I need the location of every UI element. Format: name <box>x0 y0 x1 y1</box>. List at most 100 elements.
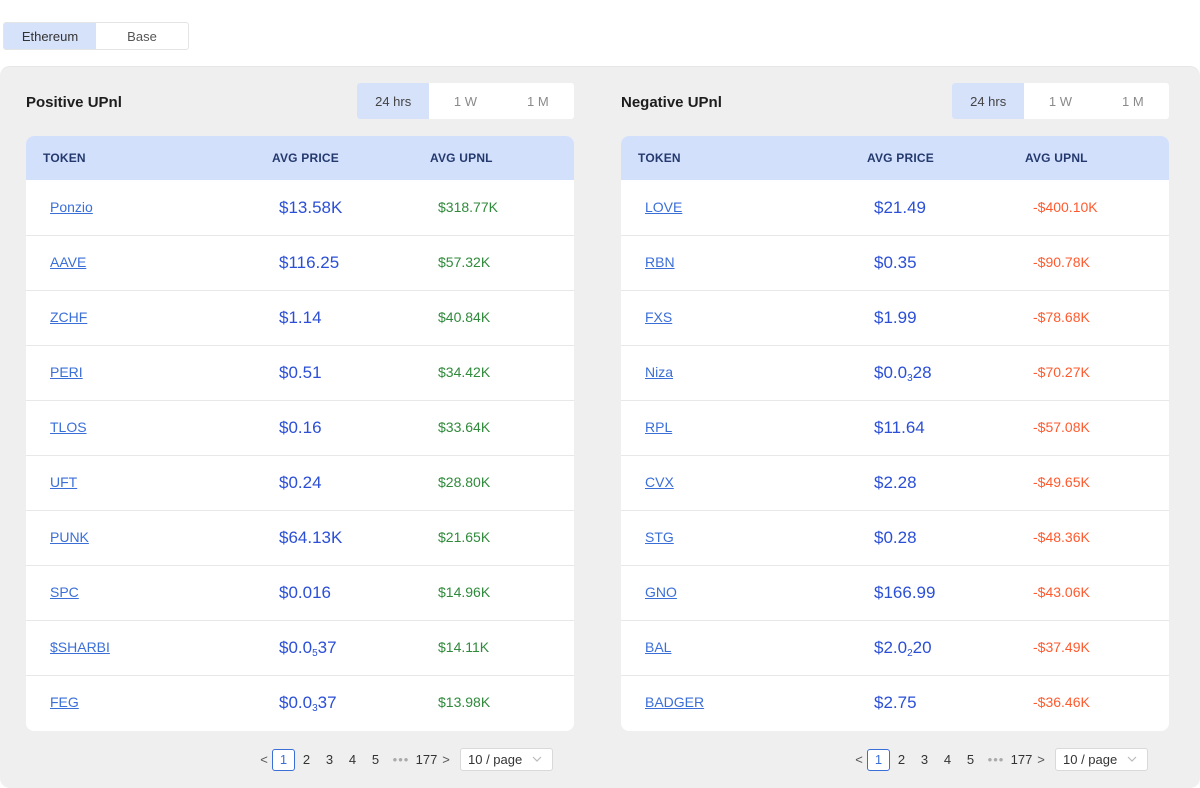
token-link[interactable]: SPC <box>50 584 79 600</box>
main-container: Positive UPnl 24 hrs 1 W 1 M TOKEN AVG P… <box>0 66 1200 788</box>
page-5-button[interactable]: 5 <box>959 749 982 771</box>
tab-1w[interactable]: 1 W <box>1024 83 1096 119</box>
avg-upnl-value: $21.65K <box>438 529 491 545</box>
avg-price-value: $2.0220 <box>874 637 932 659</box>
table-row: FEG $0.0337 $13.98K <box>26 675 574 730</box>
token-link[interactable]: STG <box>645 529 674 545</box>
avg-price-value: $64.13K <box>279 528 343 547</box>
tab-1m[interactable]: 1 M <box>502 83 574 119</box>
avg-upnl-value: $318.77K <box>438 198 498 215</box>
avg-upnl-value: $40.84K <box>438 309 491 325</box>
page-1-button[interactable]: 1 <box>272 748 295 771</box>
chain-tab-base[interactable]: Base <box>96 23 188 49</box>
avg-price-value: $1.99 <box>874 308 917 327</box>
price-prefix: $0.0 <box>279 637 313 657</box>
column-header-token[interactable]: TOKEN <box>26 151 272 165</box>
table-row: RBN $0.35 -$90.78K <box>621 235 1169 290</box>
avg-upnl-value: $57.32K <box>438 254 491 270</box>
avg-price-value: $0.28 <box>874 528 917 547</box>
table-row: PERI $0.51 $34.42K <box>26 345 574 400</box>
chain-tab-ethereum[interactable]: Ethereum <box>4 23 96 49</box>
page-3-button[interactable]: 3 <box>318 749 341 771</box>
column-header-avg-price[interactable]: AVG PRICE <box>272 151 430 165</box>
next-page-button[interactable]: > <box>438 749 454 771</box>
token-link[interactable]: FEG <box>50 694 79 710</box>
more-pages-icon[interactable]: ••• <box>982 749 1010 771</box>
token-link[interactable]: UFT <box>50 474 77 490</box>
table-row: UFT $0.24 $28.80K <box>26 455 574 510</box>
page-3-button[interactable]: 3 <box>913 749 936 771</box>
page-1-button[interactable]: 1 <box>867 748 890 771</box>
next-page-button[interactable]: > <box>1033 749 1049 771</box>
page-5-button[interactable]: 5 <box>364 749 387 771</box>
price-suffix: 37 <box>317 637 337 657</box>
column-header-token[interactable]: TOKEN <box>621 151 867 165</box>
page-last-button[interactable]: 177 <box>1010 749 1033 771</box>
page-4-button[interactable]: 4 <box>341 749 364 771</box>
avg-price-value: $0.0537 <box>279 637 337 659</box>
page-last-button[interactable]: 177 <box>415 749 438 771</box>
avg-price-value: $0.16 <box>279 418 322 437</box>
token-link[interactable]: GNO <box>645 584 677 600</box>
token-link[interactable]: RBN <box>645 254 675 270</box>
column-header-avg-upnl[interactable]: AVG UPNL <box>1025 151 1169 165</box>
avg-upnl-value: -$70.27K <box>1033 364 1090 380</box>
price-prefix: $2.0 <box>874 637 908 657</box>
avg-price-value: $0.0328 <box>874 363 932 384</box>
avg-upnl-value: -$49.65K <box>1033 474 1090 490</box>
period-tabs: 24 hrs 1 W 1 M <box>952 83 1169 119</box>
page-size-value: 10 / page <box>468 752 523 767</box>
table-row: STG $0.28 -$48.36K <box>621 510 1169 565</box>
token-link[interactable]: RPL <box>645 419 672 435</box>
avg-upnl-value: -$57.08K <box>1033 419 1090 435</box>
page-4-button[interactable]: 4 <box>936 749 959 771</box>
pagination: < 1 2 3 4 5 ••• 177 > 10 / page <box>851 748 1148 771</box>
tab-24h[interactable]: 24 hrs <box>952 83 1025 119</box>
avg-upnl-value: -$43.06K <box>1033 584 1090 600</box>
tab-1w[interactable]: 1 W <box>429 83 501 119</box>
page-size-select[interactable]: 10 / page <box>460 748 553 771</box>
avg-upnl-value: $14.11K <box>438 639 490 655</box>
table-row: AAVE $116.25 $57.32K <box>26 235 574 290</box>
token-link[interactable]: Ponzio <box>50 199 93 215</box>
prev-page-button[interactable]: < <box>256 749 272 771</box>
more-pages-icon[interactable]: ••• <box>387 749 415 771</box>
avg-upnl-value: $34.42K <box>438 364 491 380</box>
avg-upnl-value: -$36.46K <box>1033 694 1090 710</box>
tab-24h[interactable]: 24 hrs <box>357 83 430 119</box>
token-link[interactable]: $SHARBI <box>50 639 110 655</box>
avg-upnl-value: -$78.68K <box>1033 309 1090 325</box>
token-link[interactable]: FXS <box>645 309 672 325</box>
prev-page-button[interactable]: < <box>851 749 867 771</box>
page-size-select[interactable]: 10 / page <box>1055 748 1148 771</box>
page-2-button[interactable]: 2 <box>890 749 913 771</box>
avg-price-value: $0.51 <box>279 363 322 382</box>
price-suffix: 37 <box>317 692 337 712</box>
avg-upnl-value: -$48.36K <box>1033 529 1090 545</box>
page-2-button[interactable]: 2 <box>295 749 318 771</box>
token-link[interactable]: ZCHF <box>50 309 87 325</box>
avg-upnl-value: -$400.10K <box>1033 198 1098 215</box>
avg-price-value: $13.58K <box>279 197 343 217</box>
avg-upnl-value: -$37.49K <box>1033 639 1090 655</box>
avg-price-value: $11.64 <box>874 418 925 437</box>
price-suffix: 20 <box>912 637 932 657</box>
column-header-avg-upnl[interactable]: AVG UPNL <box>430 151 574 165</box>
table-row: BAL $2.0220 -$37.49K <box>621 620 1169 675</box>
token-link[interactable]: PERI <box>50 364 83 380</box>
table-row: ZCHF $1.14 $40.84K <box>26 290 574 345</box>
token-link[interactable]: LOVE <box>645 199 682 215</box>
token-link[interactable]: TLOS <box>50 419 87 435</box>
avg-price-value: $0.0337 <box>279 692 337 714</box>
token-link[interactable]: AAVE <box>50 254 86 270</box>
table-body: LOVE $21.49 -$400.10K RBN $0.35 -$90.78K FXS $1… <box>621 180 1169 730</box>
tab-1m[interactable]: 1 M <box>1097 83 1169 119</box>
token-link[interactable]: Niza <box>645 364 673 380</box>
table-row: LOVE $21.49 -$400.10K <box>621 180 1169 235</box>
token-link[interactable]: PUNK <box>50 529 89 545</box>
token-link[interactable]: BADGER <box>645 694 704 710</box>
token-link[interactable]: CVX <box>645 474 674 490</box>
column-header-avg-price[interactable]: AVG PRICE <box>867 151 1025 165</box>
token-link[interactable]: BAL <box>645 639 671 655</box>
table-row: Niza $0.0328 -$70.27K <box>621 345 1169 400</box>
